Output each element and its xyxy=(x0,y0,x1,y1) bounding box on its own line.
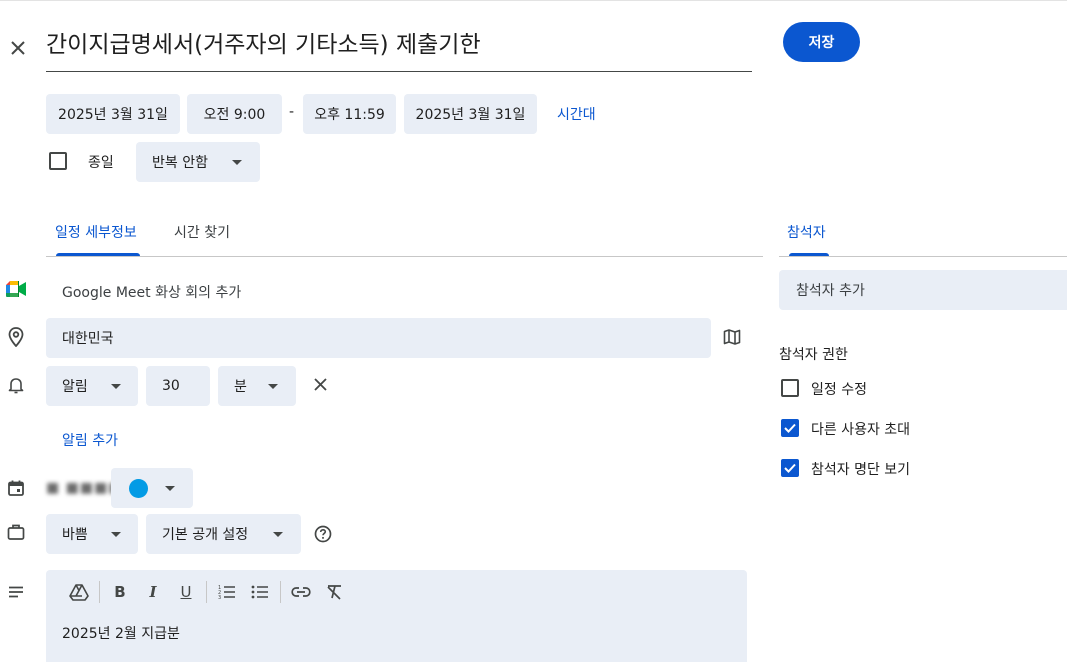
permission-see-guest-list-label: 참석자 명단 보기 xyxy=(811,462,911,478)
toolbar-separator xyxy=(206,581,207,603)
start-time-chip[interactable]: 오전 9:00 xyxy=(187,94,282,134)
add-google-meet-button[interactable]: Google Meet 화상 회의 추가 xyxy=(62,282,241,302)
svg-text:3: 3 xyxy=(218,595,221,600)
link-icon[interactable] xyxy=(288,579,314,605)
guest-permissions-title: 참석자 권한 xyxy=(779,347,848,363)
close-icon[interactable] xyxy=(6,36,30,60)
checkmark-icon xyxy=(784,423,796,433)
italic-button[interactable]: I xyxy=(140,579,166,605)
chevron-down-icon xyxy=(165,485,175,491)
permission-modify-event-label: 일정 수정 xyxy=(811,382,867,398)
end-time-text: 오후 11:59 xyxy=(314,107,385,123)
help-icon[interactable] xyxy=(312,523,334,545)
google-drive-icon[interactable] xyxy=(66,579,92,605)
visibility-dropdown[interactable]: 기본 공개 설정 xyxy=(146,514,301,554)
location-text: 대한민국 xyxy=(62,331,114,347)
permission-see-guest-list-checkbox[interactable] xyxy=(781,459,799,477)
location-pin-icon xyxy=(5,325,27,349)
repeat-text: 반복 안함 xyxy=(152,155,208,171)
top-border xyxy=(0,0,1067,1)
availability-dropdown[interactable]: 바쁨 xyxy=(46,514,138,554)
repeat-dropdown[interactable]: 반복 안함 xyxy=(136,142,260,182)
clear-formatting-icon[interactable] xyxy=(321,579,347,605)
tab-event-details[interactable]: 일정 세부정보 xyxy=(55,222,137,242)
underline-button[interactable]: U xyxy=(173,579,199,605)
add-guests-input[interactable]: 참석자 추가 xyxy=(779,270,1067,310)
bell-icon xyxy=(5,373,27,397)
chevron-down-icon xyxy=(232,159,242,165)
chevron-down-icon xyxy=(268,383,278,389)
tabs-divider xyxy=(46,256,763,257)
end-date-chip[interactable]: 2025년 3월 31일 xyxy=(404,94,537,134)
notification-amount-input[interactable]: 30 xyxy=(146,366,210,406)
calendar-color-dropdown[interactable] xyxy=(111,468,193,508)
numbered-list-icon[interactable]: 123 xyxy=(214,579,240,605)
toolbar-separator xyxy=(280,581,281,603)
notification-unit-text: 분 xyxy=(234,379,247,395)
all-day-label: 종일 xyxy=(88,155,114,171)
notification-type-dropdown[interactable]: 알림 xyxy=(46,366,138,406)
checkmark-icon xyxy=(784,463,796,473)
visibility-text: 기본 공개 설정 xyxy=(162,527,249,543)
start-date-chip[interactable]: 2025년 3월 31일 xyxy=(46,94,180,134)
end-time-chip[interactable]: 오후 11:59 xyxy=(303,94,396,134)
event-title-input[interactable]: 간이지급명세서(거주자의 기타소득) 제출기한 xyxy=(46,25,752,72)
tab-guests[interactable]: 참석자 xyxy=(787,222,826,242)
permission-modify-event-checkbox[interactable] xyxy=(781,379,799,397)
toolbar-separator xyxy=(99,581,100,603)
location-input[interactable]: 대한민국 xyxy=(46,318,711,358)
guests-tabs-divider xyxy=(779,256,1067,257)
start-time-text: 오전 9:00 xyxy=(203,107,266,123)
bulleted-list-icon[interactable] xyxy=(247,579,273,605)
description-editor[interactable]: B I U 123 2025년 2월 지급분 xyxy=(46,570,747,662)
tab-find-time[interactable]: 시간 찾기 xyxy=(174,222,230,242)
timezone-button[interactable]: 시간대 xyxy=(557,104,596,124)
bold-button[interactable]: B xyxy=(107,579,133,605)
permission-invite-others-label: 다른 사용자 초대 xyxy=(811,422,911,438)
all-day-checkbox[interactable] xyxy=(49,152,67,170)
event-title-text: 간이지급명세서(거주자의 기타소득) 제출기한 xyxy=(46,32,481,58)
remove-notification-icon[interactable] xyxy=(310,374,330,394)
add-guests-placeholder: 참석자 추가 xyxy=(796,283,865,299)
description-icon xyxy=(5,582,27,602)
chevron-down-icon xyxy=(111,531,121,537)
calendar-icon xyxy=(5,477,27,499)
map-icon[interactable] xyxy=(720,325,744,349)
start-date-text: 2025년 3월 31일 xyxy=(58,107,168,123)
description-text: 2025년 2월 지급분 xyxy=(62,626,180,642)
save-button[interactable]: 저장 xyxy=(783,22,860,62)
availability-text: 바쁨 xyxy=(62,527,88,543)
notification-unit-dropdown[interactable]: 분 xyxy=(218,366,296,406)
notification-amount-text: 30 xyxy=(162,378,180,394)
end-date-text: 2025년 3월 31일 xyxy=(415,107,526,123)
notification-type-text: 알림 xyxy=(62,379,88,395)
time-separator: - xyxy=(289,104,295,120)
chevron-down-icon xyxy=(273,531,283,537)
permission-invite-others-checkbox[interactable] xyxy=(781,419,799,437)
chevron-down-icon xyxy=(111,383,121,389)
calendar-color-swatch xyxy=(129,478,148,498)
add-notification-button[interactable]: 알림 추가 xyxy=(62,430,118,450)
google-meet-icon xyxy=(5,279,27,299)
briefcase-icon xyxy=(5,521,27,543)
formatting-toolbar: B I U 123 xyxy=(66,579,347,605)
